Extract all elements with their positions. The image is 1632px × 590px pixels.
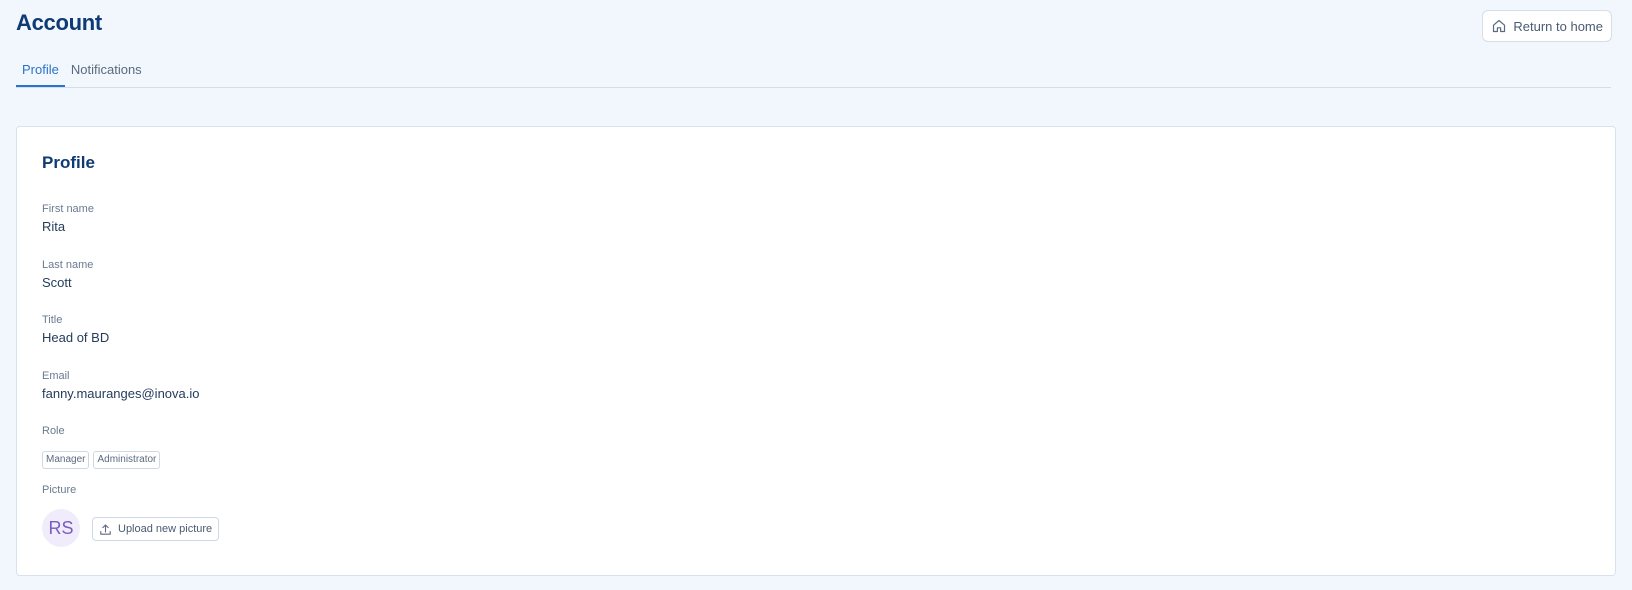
upload-icon [99, 523, 112, 536]
title-label: Title [42, 314, 63, 326]
upload-picture-label: Upload new picture [118, 523, 213, 535]
email-label: Email [42, 370, 70, 382]
last-name-value: Scott [42, 275, 72, 290]
first-name-value: Rita [42, 219, 66, 234]
last-name-label: Last name [42, 259, 94, 271]
page-title: Account [16, 10, 102, 35]
first-name-label: First name [42, 203, 94, 215]
home-icon [1491, 18, 1507, 34]
role-tags: Manager Administrator [42, 451, 161, 469]
upload-picture-button[interactable]: Upload new picture [92, 517, 220, 541]
tab-bar: Profile Notifications [16, 56, 1611, 88]
return-to-home-button[interactable]: Return to home [1482, 10, 1612, 42]
avatar: RS [42, 509, 80, 547]
role-tag-administrator: Administrator [93, 451, 161, 469]
title-value: Head of BD [42, 330, 110, 345]
email-value: fanny.mauranges@inova.io [42, 386, 200, 401]
picture-label: Picture [42, 484, 77, 496]
profile-section-title: Profile [42, 153, 95, 172]
role-tag-manager: Manager [42, 451, 90, 469]
profile-card: Profile First name Rita Last name Scott … [16, 126, 1616, 576]
return-to-home-label: Return to home [1513, 18, 1603, 34]
tab-profile[interactable]: Profile [16, 56, 65, 87]
tab-notifications[interactable]: Notifications [65, 56, 148, 87]
role-label: Role [42, 425, 65, 437]
